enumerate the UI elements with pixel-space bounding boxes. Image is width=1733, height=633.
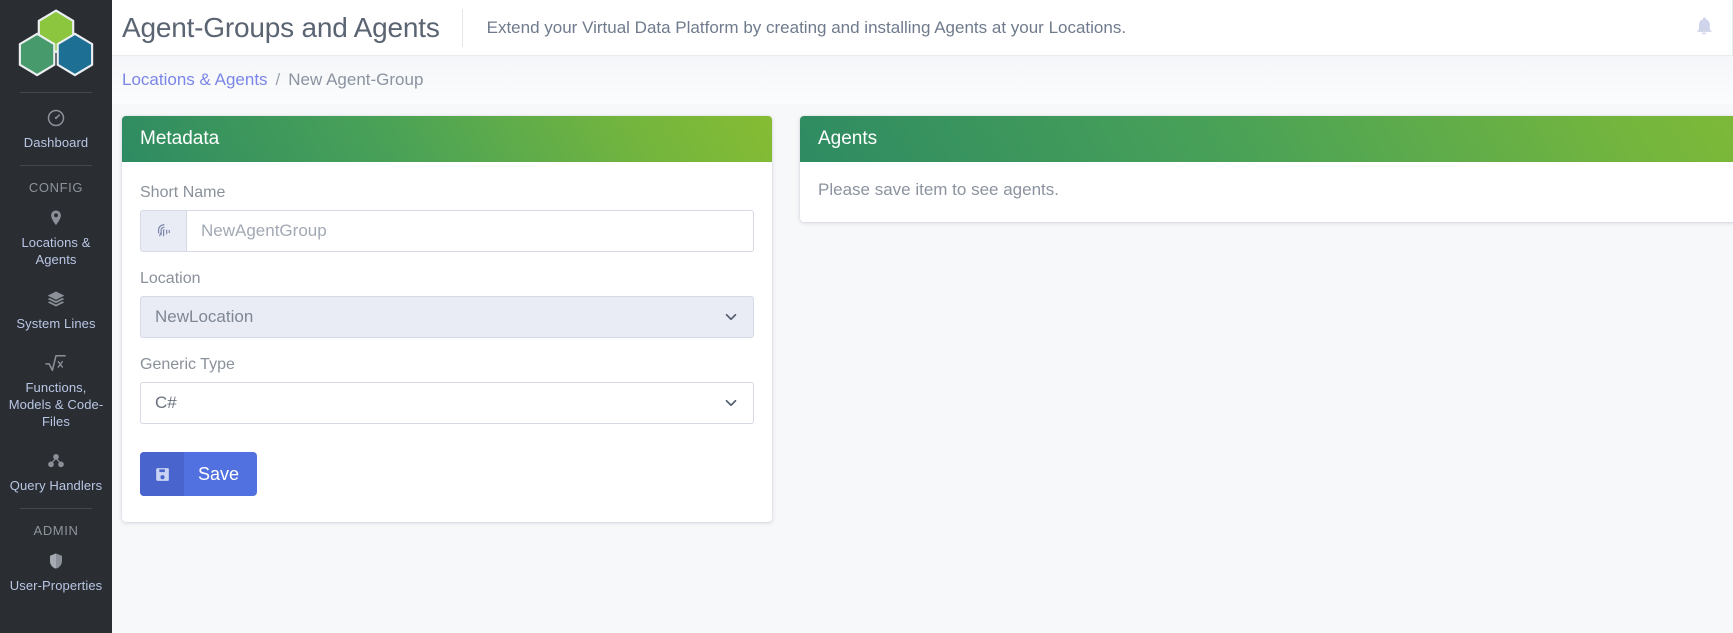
- sidebar-item-label: Functions, Models & Code-Files: [8, 380, 104, 429]
- generic-type-select[interactable]: C#: [140, 382, 754, 424]
- metadata-card-title: Metadata: [140, 128, 220, 149]
- agents-card-title: Agents: [818, 128, 878, 149]
- agents-card-header: Agents: [800, 116, 1733, 162]
- save-button[interactable]: Save: [140, 452, 258, 496]
- breadcrumb-separator: /: [275, 70, 281, 89]
- sidebar-divider-dashboard: [20, 165, 92, 166]
- location-select-wrap: NewLocation: [140, 296, 754, 338]
- generic-type-select-wrap: C#: [140, 382, 754, 424]
- top-bar: Agent-Groups and Agents Extend your Virt…: [112, 0, 1733, 56]
- sidebar-divider-top: [20, 92, 92, 93]
- sidebar-item-functions-models-codefiles[interactable]: Functions, Models & Code-Files: [0, 342, 112, 440]
- location-select[interactable]: NewLocation: [140, 296, 754, 338]
- sidebar-item-label: Locations & Agents: [21, 235, 91, 267]
- sidebar-item-dashboard[interactable]: Dashboard: [0, 97, 112, 161]
- field-short-name: Short Name: [140, 184, 754, 252]
- sidebar-item-locations-agents[interactable]: Locations & Agents: [0, 197, 112, 278]
- metadata-card-header: Metadata: [122, 116, 772, 162]
- sidebar-item-system-lines[interactable]: System Lines: [0, 278, 112, 342]
- breadcrumb-current: New Agent-Group: [288, 70, 424, 89]
- sidebar-item-label: System Lines: [16, 316, 96, 331]
- sidebar-divider-admin: [20, 508, 92, 509]
- sidebar-section-config: CONFIG: [28, 180, 84, 195]
- dashboard-icon: [46, 107, 66, 129]
- fingerprint-icon: [140, 210, 186, 252]
- metadata-card: Metadata Short Name NewAgentGroup Locati…: [122, 116, 772, 522]
- sidebar-item-label: Query Handlers: [9, 478, 103, 493]
- short-name-input[interactable]: [186, 210, 754, 252]
- short-name-label: Short Name: [140, 184, 226, 201]
- save-button-label: Save: [198, 463, 240, 484]
- breadcrumb: Locations & Agents / New Agent-Group: [112, 56, 1733, 104]
- content-area: Metadata Short Name NewAgentGroup Locati…: [112, 104, 1733, 633]
- notifications-button[interactable]: [1676, 0, 1732, 55]
- agents-card: Agents Please save item to see agents.: [800, 116, 1733, 222]
- sqrt-x-icon: [44, 352, 68, 374]
- floppy-disk-icon: [140, 452, 184, 496]
- sidebar-item-label: User-Properties: [9, 578, 103, 593]
- field-generic-type: Generic Type C#: [140, 356, 754, 424]
- location-label: Location: [140, 270, 201, 287]
- main-area: Agent-Groups and Agents Extend your Virt…: [112, 0, 1733, 633]
- sidebar-item-user-properties[interactable]: User-Properties: [0, 540, 112, 604]
- short-name-input-row: [140, 210, 754, 252]
- sidebar-section-admin: ADMIN: [33, 523, 79, 538]
- bell-icon: [1694, 15, 1714, 40]
- location-select-value: NewLocation: [155, 307, 254, 326]
- page-subtitle: Extend your Virtual Data Platform by cre…: [486, 17, 1127, 37]
- agents-card-body: Please save item to see agents.: [800, 162, 1733, 222]
- title-divider: [461, 8, 463, 47]
- page-title: Agent-Groups and Agents: [122, 11, 440, 43]
- breadcrumb-link-locations-agents[interactable]: Locations & Agents: [122, 70, 268, 90]
- field-location: Location NewLocation: [140, 270, 754, 338]
- top-bar-right: [1676, 0, 1733, 56]
- hexagon-logo-icon: [18, 9, 94, 77]
- sidebar-item-query-handlers[interactable]: Query Handlers: [0, 440, 112, 504]
- agents-empty-message: Please save item to see agents.: [818, 180, 1059, 199]
- shield-icon: [47, 550, 65, 572]
- metadata-card-body: Short Name NewAgentGroup Location NewLoc…: [122, 162, 772, 522]
- sidebar-item-label: Dashboard: [23, 135, 89, 150]
- generic-type-select-value: C#: [155, 393, 177, 412]
- app-logo[interactable]: [13, 0, 99, 88]
- layers-icon: [45, 288, 67, 310]
- location-pin-icon: [47, 207, 65, 229]
- nodes-icon: [45, 450, 67, 472]
- sidebar: Dashboard CONFIG Locations & Agents Syst…: [0, 0, 112, 633]
- app-root: Dashboard CONFIG Locations & Agents Syst…: [0, 0, 1733, 633]
- generic-type-label: Generic Type: [140, 356, 235, 373]
